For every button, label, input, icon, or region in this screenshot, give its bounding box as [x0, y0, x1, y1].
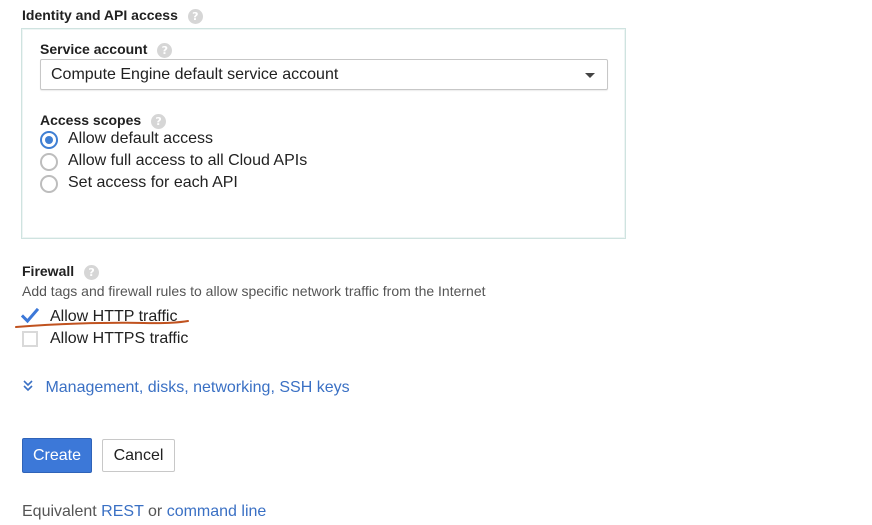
expand-link-label[interactable]: Management, disks, networking, SSH keys: [45, 379, 349, 396]
footer-prefix: Equivalent: [22, 503, 97, 520]
help-icon[interactable]: ?: [187, 8, 203, 24]
equivalent-footer: Equivalent REST or command line: [22, 503, 266, 521]
create-button[interactable]: Create: [22, 438, 92, 473]
service-account-value: Compute Engine default service account: [51, 66, 339, 83]
firewall-option-label: Allow HTTPS traffic: [50, 330, 189, 347]
radio-unselected-icon[interactable]: [40, 175, 58, 193]
identity-title: Identity and API access: [22, 7, 178, 23]
radio-unselected-icon[interactable]: [40, 153, 58, 171]
command-line-link[interactable]: command line: [167, 503, 267, 520]
double-chevron-down-icon: [23, 380, 33, 392]
access-scope-label: Set access for each API: [68, 174, 238, 191]
rest-link[interactable]: REST: [101, 503, 143, 520]
cancel-button[interactable]: Cancel: [102, 439, 175, 472]
radio-selected-icon[interactable]: [40, 131, 58, 149]
access-scope-label: Allow full access to all Cloud APIs: [68, 152, 308, 169]
firewall-heading: Firewall ?: [22, 263, 100, 280]
help-icon[interactable]: ?: [157, 42, 173, 58]
service-account-heading: Service account ?: [40, 41, 173, 58]
footer-or: or: [148, 503, 163, 520]
access-scope-label: Allow default access: [68, 130, 213, 147]
help-icon[interactable]: ?: [84, 264, 100, 280]
firewall-title: Firewall: [22, 263, 75, 279]
firewall-description: Add tags and firewall rules to allow spe…: [22, 283, 486, 299]
access-scopes-heading: Access scopes ?: [40, 112, 167, 129]
caret-down-icon: [585, 73, 595, 78]
access-scopes-label: Access scopes: [40, 112, 142, 128]
identity-section-title: Identity and API access ?: [22, 7, 203, 24]
service-account-label: Service account: [40, 41, 148, 57]
checkbox-unchecked-icon[interactable]: [22, 331, 38, 347]
expand-management-link[interactable]: Management, disks, networking, SSH keys: [22, 379, 350, 397]
service-account-select[interactable]: Compute Engine default service account: [40, 59, 608, 90]
help-icon[interactable]: ?: [151, 113, 167, 129]
